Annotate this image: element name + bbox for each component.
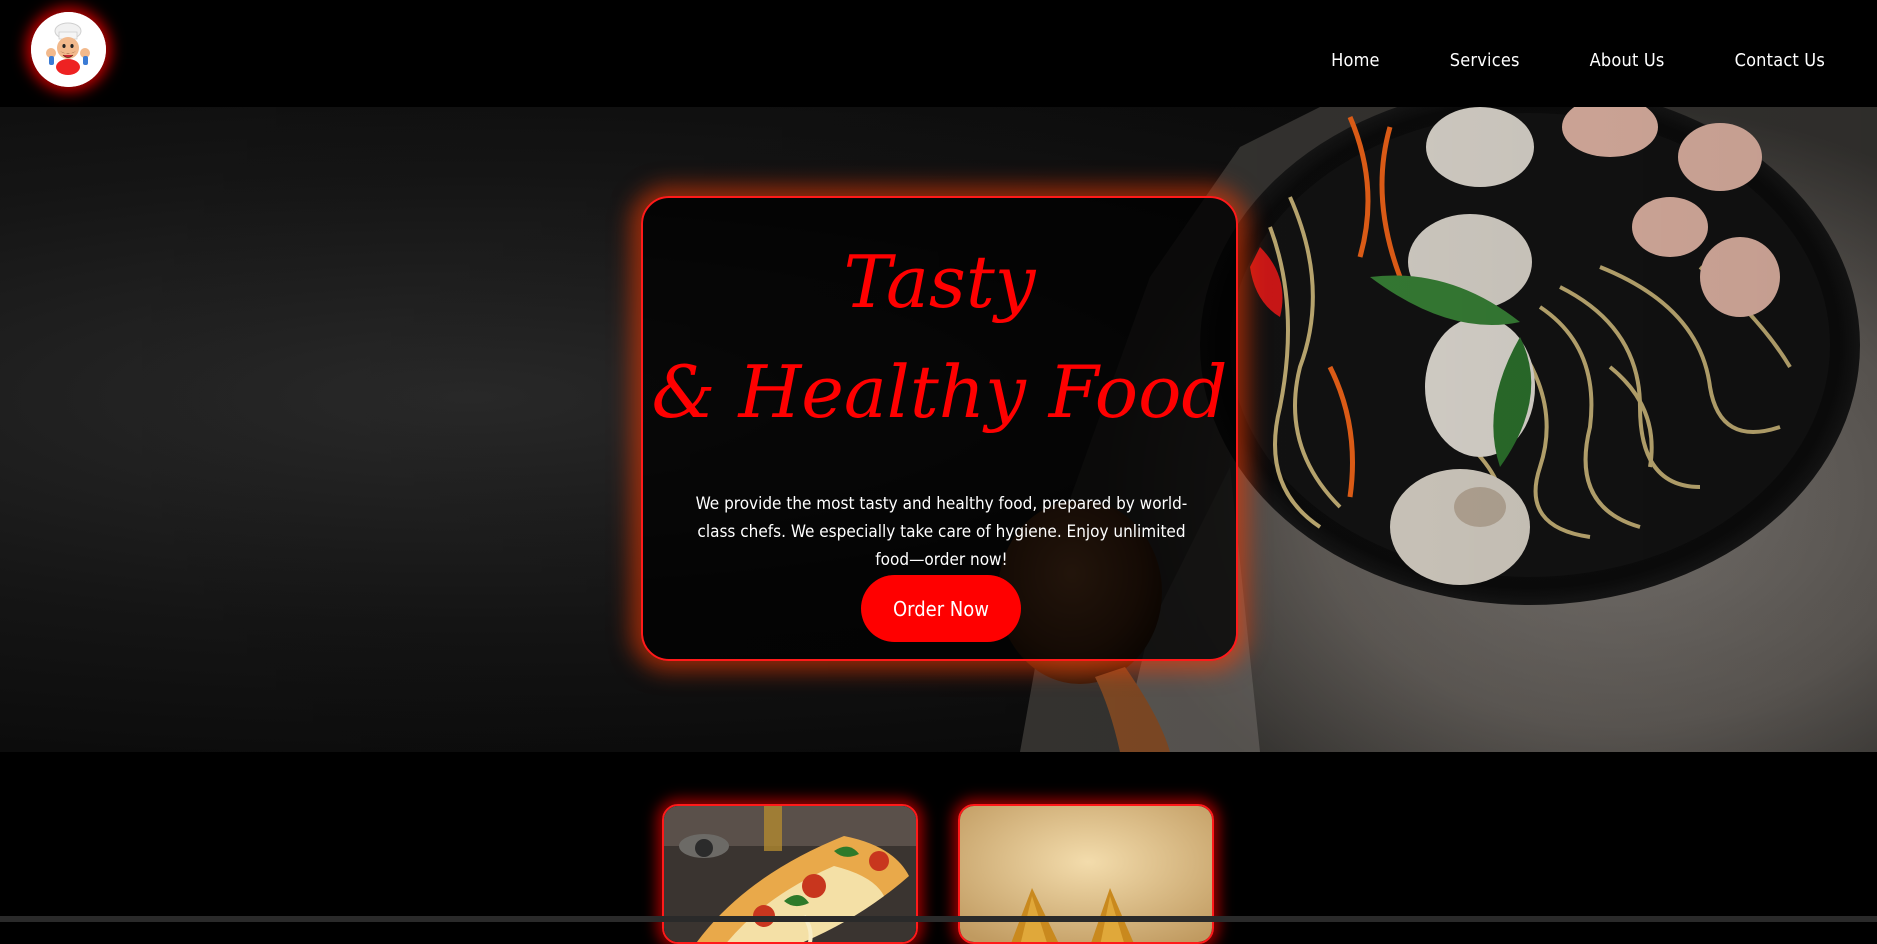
hero-card: Tasty & Healthy Food We provide the most…: [641, 196, 1238, 661]
nav-services-link[interactable]: Services: [1450, 50, 1520, 71]
nav-contact-link[interactable]: Contact Us: [1735, 50, 1825, 71]
food-card-samosa[interactable]: [958, 804, 1214, 944]
pizza-image: [664, 806, 916, 942]
samosa-image: [960, 806, 1212, 942]
horizontal-scrollbar[interactable]: [0, 916, 1877, 922]
food-card-pizza[interactable]: [662, 804, 918, 944]
nav-home-link[interactable]: Home: [1331, 50, 1380, 71]
hero-title-line2: & Healthy Food: [651, 350, 1228, 434]
hero-description: We provide the most tasty and healthy fo…: [695, 494, 1188, 570]
hero-section: Tasty & Healthy Food We provide the most…: [0, 107, 1877, 752]
nav-menu: Home Services About Us Contact Us: [1331, 50, 1825, 71]
hero-title-line1: Tasty: [843, 240, 1036, 324]
nav-about-link[interactable]: About Us: [1590, 50, 1665, 71]
food-cards-section: [0, 752, 1877, 944]
chef-mascot-icon[interactable]: [31, 12, 106, 87]
order-now-button[interactable]: Order Now: [861, 575, 1021, 642]
navbar: Home Services About Us Contact Us: [0, 0, 1877, 107]
